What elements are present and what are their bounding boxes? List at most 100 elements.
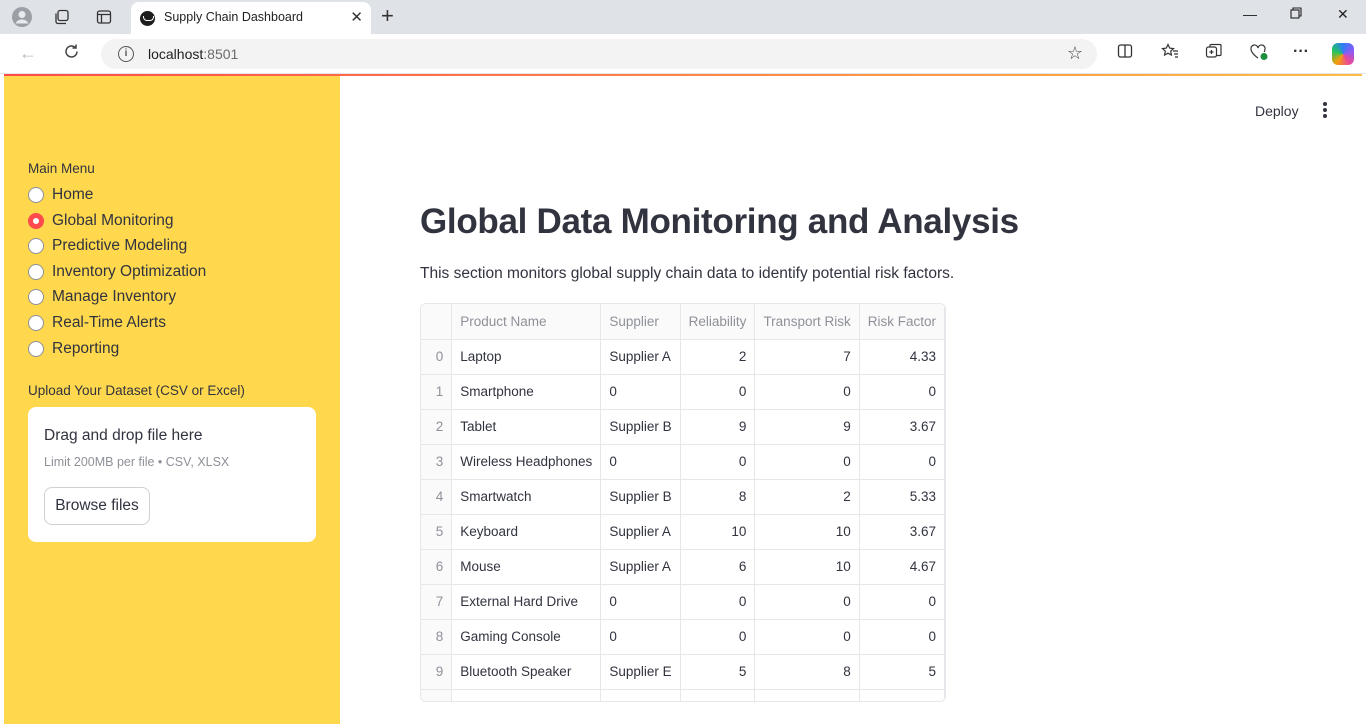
table-cell[interactable]: Smartphone <box>451 374 602 410</box>
table-cell[interactable]: 0 <box>680 619 756 655</box>
address-bar[interactable]: i localhost:8501 ☆ <box>101 39 1097 69</box>
table-cell[interactable]: 8 <box>754 654 860 690</box>
browser-tab-active[interactable]: Supply Chain Dashboard ✕ <box>131 2 371 34</box>
back-icon[interactable]: ← <box>19 43 37 64</box>
radio-button[interactable] <box>28 187 44 203</box>
table-row[interactable]: 5 Keyboard Supplier A 10 10 3.67 <box>421 514 945 550</box>
table-cell[interactable]: Wireless Headphones <box>451 444 602 480</box>
table-cell[interactable]: 0 <box>754 584 860 620</box>
table-cell[interactable]: 0 <box>600 444 681 480</box>
table-cell[interactable]: 0 <box>754 374 860 410</box>
column-header[interactable]: Transport Risk <box>754 304 860 340</box>
split-screen-icon[interactable] <box>1117 43 1133 64</box>
table-cell[interactable]: 0 <box>680 584 756 620</box>
table-cell[interactable]: Supplier A <box>600 339 681 375</box>
table-cell[interactable]: Supplier A <box>600 514 681 550</box>
column-header[interactable]: Product Name <box>451 304 602 340</box>
table-cell[interactable]: 8 <box>680 479 756 515</box>
table-cell[interactable]: 0 <box>600 584 681 620</box>
table-row[interactable]: 3 Wireless Headphones 0 0 0 0 <box>421 444 945 480</box>
table-cell[interactable]: 9 <box>754 409 860 445</box>
table-cell[interactable]: 5 <box>680 654 756 690</box>
site-info-icon[interactable]: i <box>118 46 134 62</box>
table-cell[interactable] <box>859 689 945 701</box>
table-cell[interactable]: 0 <box>859 444 945 480</box>
table-row[interactable]: 6 Mouse Supplier A 6 10 4.67 <box>421 549 945 585</box>
file-dropzone[interactable]: Drag and drop file here Limit 200MB per … <box>28 407 316 542</box>
close-window-icon[interactable]: ✕ <box>1337 6 1349 23</box>
table-cell[interactable] <box>600 689 681 701</box>
table-cell[interactable]: 0 <box>754 444 860 480</box>
table-cell[interactable]: Keyboard <box>451 514 602 550</box>
table-cell[interactable]: 0 <box>859 374 945 410</box>
radio-option-predictive-modeling[interactable]: Predictive Modeling <box>28 235 187 257</box>
radio-button[interactable] <box>28 289 44 305</box>
table-cell[interactable]: Tablet <box>451 409 602 445</box>
radio-option-home[interactable]: Home <box>28 184 93 206</box>
table-row[interactable]: 9 Bluetooth Speaker Supplier E585 <box>421 654 945 690</box>
tab-actions-icon[interactable] <box>91 5 117 29</box>
radio-option-real-time-alerts[interactable]: Real-Time Alerts <box>28 312 166 334</box>
table-cell[interactable]: Supplier A <box>600 549 681 585</box>
column-header[interactable]: Risk Factor <box>859 304 945 340</box>
table-row[interactable]: 0 Laptop Supplier A 2 7 4.33 <box>421 339 945 375</box>
table-cell[interactable]: 3.67 <box>859 409 945 445</box>
reload-icon[interactable] <box>63 43 80 65</box>
table-cell[interactable]: 9 <box>680 409 756 445</box>
radio-button[interactable] <box>28 238 44 254</box>
collections-icon[interactable] <box>1205 43 1223 64</box>
table-cell[interactable] <box>754 689 860 701</box>
restore-icon[interactable] <box>1290 6 1302 22</box>
table-cell[interactable]: External Hard Drive <box>451 584 602 620</box>
new-tab-icon[interactable]: + <box>381 4 394 28</box>
table-cell[interactable]: 10 <box>754 514 860 550</box>
table-cell[interactable]: 5.33 <box>859 479 945 515</box>
table-cell[interactable]: Gaming Console <box>451 619 602 655</box>
column-header[interactable]: Supplier <box>600 304 681 340</box>
table-cell[interactable]: Bluetooth Speaker <box>451 654 602 690</box>
browse-files-button[interactable]: Browse files <box>44 487 150 525</box>
table-cell[interactable]: 0 <box>754 619 860 655</box>
table-cell[interactable]: Smartwatch <box>451 479 602 515</box>
favorite-star-icon[interactable]: ☆ <box>1067 43 1083 64</box>
table-cell[interactable]: 0 <box>859 584 945 620</box>
table-cell[interactable]: Supplier B <box>600 409 681 445</box>
radio-button[interactable] <box>28 264 44 280</box>
table-cell[interactable]: 4.33 <box>859 339 945 375</box>
table-cell[interactable]: Laptop <box>451 339 602 375</box>
radio-option-global-monitoring[interactable]: Global Monitoring <box>28 210 173 232</box>
radio-option-manage-inventory[interactable]: Manage Inventory <box>28 286 176 308</box>
table-cell[interactable]: 0 <box>859 619 945 655</box>
table-row[interactable]: 7 External Hard Drive 0 0 0 0 <box>421 584 945 620</box>
minimize-icon[interactable]: — <box>1243 6 1257 22</box>
table-cell[interactable]: 0 <box>680 444 756 480</box>
table-cell[interactable]: Supplier E <box>600 654 681 690</box>
table-cell[interactable]: 4.67 <box>859 549 945 585</box>
radio-option-inventory-optimization[interactable]: Inventory Optimization <box>28 261 206 283</box>
table-cell[interactable]: 7 <box>754 339 860 375</box>
table-cell[interactable]: 0 <box>680 374 756 410</box>
table-cell[interactable]: 10 <box>754 549 860 585</box>
close-tab-icon[interactable]: ✕ <box>350 8 363 26</box>
table-cell[interactable]: 5 <box>859 654 945 690</box>
radio-button-selected[interactable] <box>28 213 44 229</box>
data-table[interactable]: Product Name Supplier Reliability Transp… <box>420 303 946 702</box>
more-options-icon[interactable]: ··· <box>1293 43 1309 61</box>
table-cell[interactable]: 0 <box>600 374 681 410</box>
main-menu-kebab-icon[interactable] <box>1320 101 1330 119</box>
table-row[interactable]: 8 Gaming Console 0 0 0 0 <box>421 619 945 655</box>
table-cell[interactable]: 3.67 <box>859 514 945 550</box>
table-cell[interactable]: Mouse <box>451 549 602 585</box>
favorites-icon[interactable] <box>1161 43 1179 64</box>
deploy-button[interactable]: Deploy <box>1255 103 1299 119</box>
table-cell[interactable]: 2 <box>754 479 860 515</box>
table-cell[interactable]: Supplier B <box>600 479 681 515</box>
radio-button[interactable] <box>28 341 44 357</box>
table-cell[interactable]: 6 <box>680 549 756 585</box>
table-cell[interactable]: 0 <box>600 619 681 655</box>
table-row[interactable] <box>421 689 945 701</box>
table-cell[interactable]: 10 <box>680 514 756 550</box>
table-cell[interactable] <box>451 689 602 701</box>
radio-button[interactable] <box>28 315 44 331</box>
table-row[interactable]: 1 Smartphone 0 0 0 0 <box>421 374 945 410</box>
